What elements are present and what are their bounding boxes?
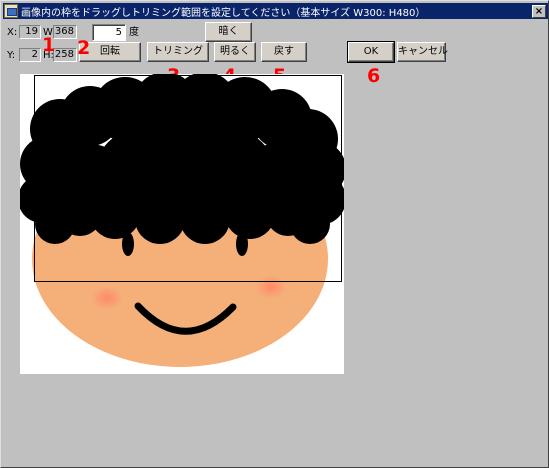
x-label: X: — [7, 27, 18, 38]
annotation-2: 2 — [77, 37, 91, 59]
h-value: 258 — [53, 48, 77, 62]
app-icon — [4, 4, 18, 18]
w-value: 368 — [53, 25, 77, 39]
crop-frame[interactable] — [34, 75, 342, 282]
degree-unit-label: 度 — [129, 27, 139, 38]
trimming-dialog: 画像内の枠をドラッグしトリミング範囲を設定してください（基本サイズ W300: … — [0, 0, 549, 468]
y-value: 2 — [19, 48, 41, 62]
image-canvas[interactable] — [20, 74, 344, 374]
darker-button[interactable]: 暗く — [205, 22, 252, 42]
window-title: 画像内の枠をドラッグしトリミング範囲を設定してください（基本サイズ W300: … — [21, 7, 426, 19]
x-value: 19 — [19, 25, 41, 39]
annotation-6: 6 — [367, 65, 381, 87]
rotation-degree-input[interactable] — [92, 24, 126, 41]
y-label: Y: — [7, 50, 16, 61]
back-button[interactable]: 戻す — [261, 42, 307, 62]
close-button[interactable]: × — [532, 4, 546, 18]
cancel-button[interactable]: キャンセル — [397, 42, 448, 62]
ok-button[interactable]: OK — [347, 41, 395, 63]
trim-button[interactable]: トリミング — [147, 42, 209, 62]
left-cheek — [91, 286, 123, 310]
title-bar[interactable]: 画像内の枠をドラッグしトリミング範囲を設定してください（基本サイズ W300: … — [3, 3, 548, 19]
brighter-button[interactable]: 明るく — [214, 42, 256, 62]
annotation-1: 1 — [42, 34, 56, 56]
